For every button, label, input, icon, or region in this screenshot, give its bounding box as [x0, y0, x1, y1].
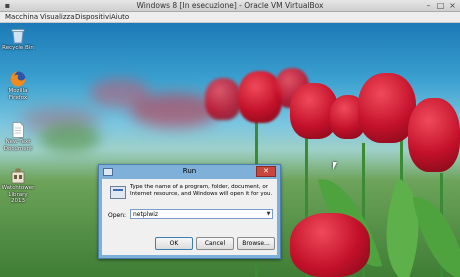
open-label: Open: — [108, 212, 127, 219]
ok-button[interactable]: OK — [155, 237, 193, 250]
menu-item-visualizza[interactable]: Visualizza — [40, 12, 74, 22]
desktop-icon-watchtower-library[interactable]: Watchtower Library 2013 — [1, 167, 35, 205]
cancel-button[interactable]: Cancel — [196, 237, 234, 250]
menu-item-aiuto[interactable]: Aiuto — [111, 12, 129, 22]
maximize-icon[interactable]: □ — [436, 1, 445, 10]
run-dialog-body: Type the name of a program, folder, docu… — [102, 179, 277, 255]
watchtower-library-icon — [9, 167, 27, 185]
run-program-icon — [110, 186, 126, 199]
recycle-bin-icon — [9, 27, 27, 45]
text-document-icon — [9, 121, 27, 139]
mouse-pointer-icon — [333, 162, 337, 170]
vm-menubar: Macchina Visualizza Dispositivi Aiuto — [0, 12, 460, 23]
firefox-icon — [9, 70, 27, 88]
desktop-icon-recycle-bin[interactable]: Recycle Bin — [1, 27, 35, 52]
desktop-icon-text-document[interactable]: New Text Document — [1, 121, 35, 152]
browse-button[interactable]: Browse... — [237, 237, 275, 250]
run-description: Type the name of a program, folder, docu… — [130, 184, 273, 197]
chevron-down-icon[interactable]: ▼ — [265, 210, 272, 218]
run-dialog-titlebar[interactable]: Run ✕ — [99, 165, 280, 178]
menu-item-macchina[interactable]: Macchina — [5, 12, 38, 22]
menu-item-dispositivi[interactable]: Dispositivi — [75, 12, 111, 22]
minimize-icon[interactable]: – — [424, 1, 433, 10]
close-icon[interactable]: ✕ — [256, 166, 276, 177]
vm-window-titlebar: ▪ Windows 8 [In esecuzione] - Oracle VM … — [0, 0, 460, 12]
run-dialog-title: Run — [182, 167, 197, 175]
open-combobox-input[interactable]: netplwiz — [130, 209, 273, 219]
desktop-icon-firefox[interactable]: Mozilla Firefox — [1, 70, 35, 101]
close-icon[interactable]: × — [448, 1, 457, 10]
run-dialog: Run ✕ Type the name of a program, folder… — [98, 164, 281, 259]
window-title: Windows 8 [In esecuzione] - Oracle VM Vi… — [136, 1, 324, 10]
